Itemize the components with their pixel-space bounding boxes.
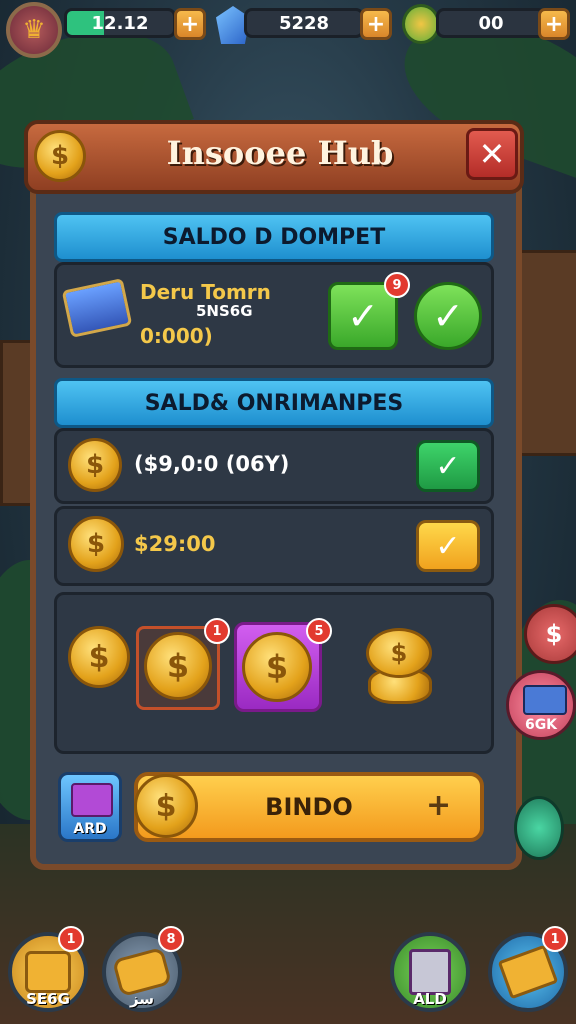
panel-title: Insooee Hub bbox=[166, 134, 394, 172]
ticket-side-button[interactable]: 6GK bbox=[506, 670, 576, 740]
shield-resource-value: 00 bbox=[478, 12, 504, 34]
wallet-balance: 0:000) bbox=[140, 324, 213, 348]
bundle-button[interactable]: ARD bbox=[58, 772, 122, 842]
main-action-label: BINDO bbox=[265, 793, 353, 821]
dollar-side-button[interactable]: $ bbox=[524, 604, 576, 664]
reward-coin-icon: $ bbox=[242, 632, 312, 702]
wallet-badge: 9 bbox=[384, 272, 410, 298]
close-button[interactable]: ✕ bbox=[466, 128, 518, 180]
nav-badge-2: 8 bbox=[158, 926, 184, 952]
coin-icon: $ bbox=[68, 438, 122, 492]
bundle-label: ARD bbox=[73, 821, 107, 837]
wallet-amount: 5NS6G bbox=[196, 302, 253, 320]
reward-badge-1: 1 bbox=[204, 618, 230, 644]
gem-resource: 5228 bbox=[244, 8, 364, 38]
balance-row-1-amount: ($9,0:0 (06Y) bbox=[134, 452, 290, 476]
balance-row-2-amount: $29:00 bbox=[134, 532, 216, 556]
coin-resource-value: 12.12 bbox=[91, 12, 149, 34]
header-coin-icon: $ bbox=[34, 130, 86, 182]
balance-row-2-check-button[interactable]: ✓ bbox=[416, 520, 480, 572]
wallet-name: Deru Tomrn bbox=[140, 280, 271, 304]
check-icon: ✓ bbox=[435, 528, 461, 564]
add-shield-button[interactable]: + bbox=[538, 8, 570, 40]
gold-bars-icon bbox=[497, 944, 559, 1000]
green-side-button[interactable] bbox=[514, 796, 564, 860]
nav-badge-4: 1 bbox=[542, 926, 568, 952]
wallet-section-header: SALDO D DOMPET bbox=[54, 212, 494, 262]
reward-coin-icon: $ bbox=[144, 632, 212, 700]
add-gem-button[interactable]: + bbox=[360, 8, 392, 40]
gem-resource-value: 5228 bbox=[278, 12, 330, 34]
book-icon bbox=[409, 949, 451, 995]
coin-bucket-icon bbox=[25, 951, 71, 993]
wallet-accept-button[interactable]: ✓ bbox=[414, 282, 482, 350]
check-icon: ✓ bbox=[347, 294, 379, 338]
check-icon: ✓ bbox=[435, 448, 461, 484]
balance-section-header: SALD& ONRIMANPES bbox=[54, 378, 494, 428]
gift-box-icon bbox=[71, 783, 113, 817]
add-coin-button[interactable]: + bbox=[174, 8, 206, 40]
ticket-icon bbox=[523, 685, 567, 715]
coin-stack-top-icon[interactable]: $ bbox=[366, 628, 432, 678]
top-resource-bar: ♛ 12.12 + 5228 + 00 + bbox=[0, 0, 576, 58]
shield-icon bbox=[402, 4, 440, 44]
nav-label-1: SE6G bbox=[26, 990, 70, 1008]
close-icon: ✕ bbox=[478, 135, 506, 173]
check-icon: ✓ bbox=[432, 294, 464, 338]
nav-label-2: سز bbox=[129, 990, 155, 1008]
nav-badge-1: 1 bbox=[58, 926, 84, 952]
reward-coin-icon[interactable]: $ bbox=[68, 626, 130, 688]
shield-resource: 00 bbox=[436, 8, 546, 38]
balance-row-1-check-button[interactable]: ✓ bbox=[416, 440, 480, 492]
reward-badge-2: 5 bbox=[306, 618, 332, 644]
nav-label-3: ALD bbox=[413, 990, 447, 1008]
main-action-coin-icon: $ bbox=[134, 774, 198, 838]
avatar-icon: ♛ bbox=[22, 15, 46, 45]
coin-icon: $ bbox=[68, 516, 124, 572]
dollar-icon: $ bbox=[545, 620, 563, 648]
ticket-side-label: 6GK bbox=[524, 717, 558, 733]
player-avatar[interactable]: ♛ bbox=[6, 2, 62, 58]
coin-resource: 12.12 bbox=[64, 8, 176, 38]
plus-icon: + bbox=[426, 788, 452, 823]
